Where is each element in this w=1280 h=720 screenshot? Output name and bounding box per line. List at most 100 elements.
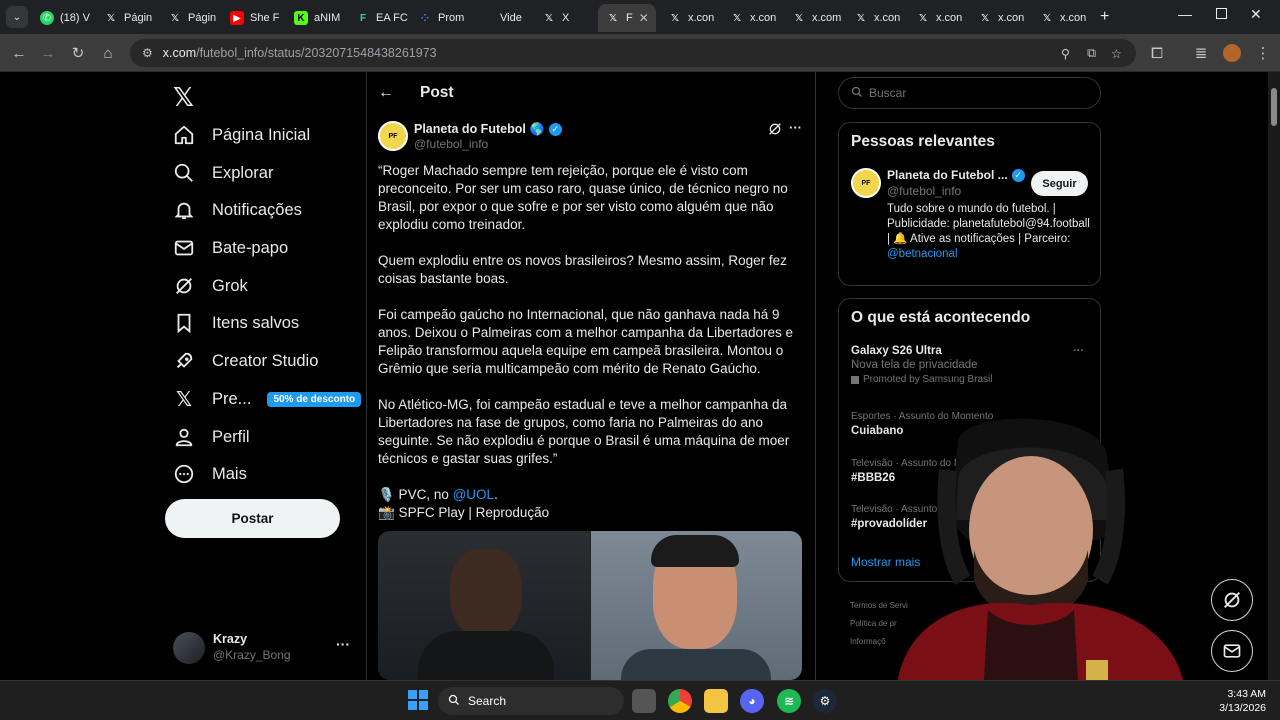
premium-discount-badge: 50% de desconto: [267, 391, 362, 407]
search-icon: [851, 86, 863, 101]
chrome-icon[interactable]: [668, 689, 692, 713]
more-dots-icon[interactable]: ···: [1073, 345, 1084, 357]
dots-icon: ⁘: [420, 12, 430, 24]
browser-tab[interactable]: 𝕏x.con: [846, 4, 908, 32]
discord-icon[interactable]: ◕: [740, 689, 764, 713]
chrome-menu-icon[interactable]: ⋮: [1252, 42, 1274, 64]
mention-link[interactable]: @UOL: [453, 487, 494, 502]
more-dots-icon[interactable]: ···: [789, 120, 802, 135]
system-clock[interactable]: 3:43 AM 3/13/2026: [1219, 687, 1266, 715]
bio-mention-link[interactable]: @betnacional: [887, 248, 958, 260]
sidebar-item-creator-studio[interactable]: Creator Studio: [172, 342, 318, 380]
relevant-people-card: Pessoas relevantes PF Planeta do Futebol…: [838, 122, 1101, 286]
browser-tab[interactable]: ✆ (18) V: [32, 4, 94, 32]
profile-avatar[interactable]: [1223, 44, 1241, 62]
reading-list-icon[interactable]: ≣: [1190, 42, 1212, 64]
post-body: “Roger Machado sempre tem rejeição, porq…: [378, 162, 798, 522]
new-tab-plus-icon[interactable]: +: [1100, 8, 1109, 26]
media-image-left[interactable]: [378, 531, 590, 680]
post-button[interactable]: Postar: [165, 499, 340, 538]
browser-tab-active[interactable]: 𝕏 F ✕: [598, 4, 656, 32]
restore-icon[interactable]: [1216, 8, 1227, 19]
close-window-icon[interactable]: ✕: [1250, 6, 1262, 23]
sidebar-item-explore[interactable]: Explorar: [172, 154, 273, 192]
bookmark-star-icon[interactable]: ☆: [1111, 46, 1122, 61]
grok-fab-button[interactable]: [1211, 579, 1253, 621]
minimize-icon[interactable]: —: [1178, 6, 1192, 22]
zoom-icon[interactable]: ⚲: [1061, 46, 1070, 61]
page-scrollbar[interactable]: [1268, 72, 1280, 680]
search-input[interactable]: Buscar: [838, 77, 1101, 109]
author-avatar[interactable]: PF: [851, 168, 881, 198]
trend-item[interactable]: Galaxy S26 Ultra Nova tela de privacidad…: [851, 345, 1091, 385]
scrollbar-thumb[interactable]: [1271, 88, 1277, 126]
taskbar-search[interactable]: Search: [438, 687, 624, 715]
browser-tab[interactable]: KaNIM: [286, 4, 348, 32]
browser-tab[interactable]: 𝕏x.con: [908, 4, 970, 32]
task-view-icon[interactable]: [632, 689, 656, 713]
forward-arrow-icon[interactable]: →: [37, 42, 59, 64]
browser-tab[interactable]: Vide: [472, 4, 534, 32]
browser-tab[interactable]: 𝕏x.con: [1032, 4, 1094, 32]
browser-tab[interactable]: ▶ She F: [222, 4, 284, 32]
sidebar-item-messages[interactable]: Bate-papo: [172, 229, 288, 267]
browser-tab[interactable]: 𝕏 Págin: [160, 4, 222, 32]
sidebar-item-grok[interactable]: Grok: [172, 267, 248, 305]
install-app-icon[interactable]: ⧉: [1087, 46, 1096, 61]
sidebar-item-home[interactable]: Página Inicial: [172, 116, 310, 154]
browser-tab[interactable]: 𝕏x.con: [660, 4, 722, 32]
back-arrow-icon[interactable]: ←: [378, 84, 394, 102]
file-explorer-icon[interactable]: [704, 689, 728, 713]
sidebar-item-notifications[interactable]: Notificações: [172, 191, 302, 229]
x-icon: 𝕏: [106, 12, 116, 24]
account-name: Krazy: [213, 632, 248, 646]
sidebar-item-profile[interactable]: Perfil: [172, 418, 250, 456]
steam-icon[interactable]: ⚙: [813, 689, 837, 713]
messages-fab-button[interactable]: [1211, 630, 1253, 672]
grok-icon[interactable]: [767, 121, 783, 142]
home-icon: [172, 123, 196, 147]
tab-search-button[interactable]: ⌄: [6, 6, 28, 28]
more-circle-icon: [172, 462, 196, 486]
browser-tab-strip: ⌄ ✆ (18) V 𝕏 Págin 𝕏 Págin ▶ She F KaNIM F EA…: [0, 0, 1280, 34]
reload-icon[interactable]: ↻: [67, 42, 89, 64]
avatar: [173, 632, 205, 664]
back-arrow-icon[interactable]: ←: [8, 42, 30, 64]
browser-tab[interactable]: 𝕏X: [534, 4, 596, 32]
site-info-icon[interactable]: ⚙: [142, 46, 153, 60]
address-bar[interactable]: ⚙ x.com/futebol_info/status/203207154843…: [130, 39, 1136, 67]
home-icon[interactable]: ⌂: [97, 42, 119, 64]
start-button-icon[interactable]: [408, 690, 428, 710]
browser-tab[interactable]: ⁘ Prom: [410, 4, 472, 32]
video-icon: [480, 11, 494, 25]
post-media[interactable]: [378, 531, 802, 680]
follow-button[interactable]: Seguir: [1031, 171, 1088, 196]
browser-tab[interactable]: F EA FC: [348, 4, 410, 32]
page-title: Post: [420, 84, 454, 101]
extensions-icon[interactable]: ⧠: [1146, 42, 1168, 64]
relevant-name[interactable]: Planeta do Futebol ... ✓: [887, 168, 1025, 182]
x-icon: 𝕏: [980, 12, 990, 24]
k-icon: K: [294, 11, 308, 25]
browser-tab[interactable]: 𝕏x.com: [784, 4, 846, 32]
close-tab-icon[interactable]: ✕: [639, 11, 649, 25]
spotify-icon[interactable]: ≋: [777, 689, 801, 713]
grok-icon: [172, 274, 196, 298]
fc-icon: F: [359, 12, 367, 24]
x-logo-icon[interactable]: 𝕏: [173, 82, 194, 113]
whatsapp-icon: ✆: [40, 11, 54, 25]
search-icon: [172, 161, 196, 185]
more-dots-icon[interactable]: ···: [336, 636, 350, 652]
author-avatar[interactable]: PF: [378, 121, 408, 151]
sidebar-item-more[interactable]: Mais: [172, 455, 247, 493]
browser-tab[interactable]: 𝕏x.con: [970, 4, 1032, 32]
account-switcher[interactable]: Krazy @Krazy_Bong ···: [173, 630, 353, 666]
sidebar-item-premium[interactable]: 𝕏 Pre... 50% de desconto: [172, 380, 362, 418]
post-credit-line: 📸 SPFC Play | Reprodução: [378, 505, 550, 520]
media-image-right[interactable]: [591, 531, 802, 680]
browser-tab[interactable]: 𝕏 Págin: [96, 4, 158, 32]
browser-tab[interactable]: 𝕏x.con: [722, 4, 784, 32]
author-name[interactable]: Planeta do Futebol 🌎 ✓: [414, 122, 562, 136]
sidebar-item-bookmarks[interactable]: Itens salvos: [172, 304, 299, 342]
trends-title: O que está acontecendo: [851, 309, 1031, 326]
